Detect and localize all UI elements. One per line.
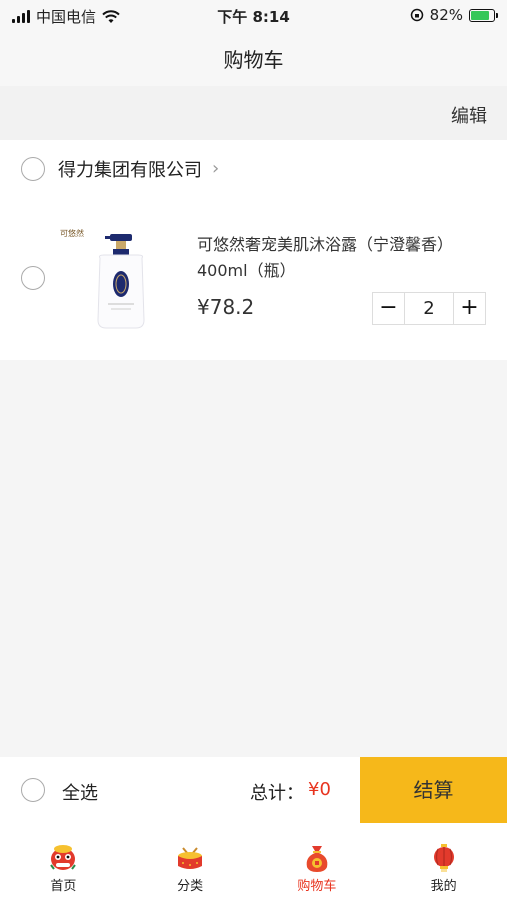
- select-all-label[interactable]: 全选: [62, 779, 98, 805]
- tab-profile[interactable]: 我的: [380, 823, 507, 900]
- cart-store-card: 得力集团有限公司 › 可悠然 可悠然奢宠美肌沐浴露（宁澄馨香）400ml（瓶） …: [0, 140, 507, 360]
- select-all-radio[interactable]: [21, 778, 45, 802]
- battery-percent: 82%: [429, 6, 463, 24]
- battery-level: [471, 10, 490, 20]
- store-select-radio[interactable]: [21, 157, 45, 181]
- total-value: ¥0: [308, 779, 331, 800]
- brand-logo-text: 可悠然: [60, 228, 84, 238]
- page-title: 购物车: [223, 48, 284, 72]
- navigation-bar: 购物车: [0, 30, 507, 86]
- edit-row: 编辑: [0, 86, 507, 140]
- tab-label: 分类: [177, 879, 204, 894]
- drum-icon: [178, 847, 203, 869]
- tab-label: 购物车: [297, 879, 337, 894]
- tab-label: 首页: [50, 879, 77, 894]
- status-right: 82%: [410, 6, 498, 24]
- product-name[interactable]: 可悠然奢宠美肌沐浴露（宁澄馨香）400ml（瓶）: [197, 232, 487, 284]
- increase-quantity-button[interactable]: +: [454, 293, 485, 324]
- checkout-button[interactable]: 结算: [360, 757, 507, 823]
- total-label: 总计：: [250, 783, 304, 804]
- lantern-icon: [433, 844, 454, 872]
- quantity-input[interactable]: 2: [404, 293, 454, 324]
- quantity-stepper: − 2 +: [372, 292, 486, 325]
- battery-icon: [469, 8, 498, 22]
- chevron-right-icon[interactable]: ›: [212, 158, 219, 179]
- product-price: ¥78.2: [197, 295, 255, 319]
- store-row[interactable]: 得力集团有限公司 ›: [0, 154, 507, 184]
- tab-category[interactable]: 分类: [127, 823, 254, 900]
- tab-label: 我的: [430, 879, 457, 894]
- item-select-radio[interactable]: [21, 266, 45, 290]
- tab-home[interactable]: 首页: [0, 823, 127, 900]
- status-bar: 中国电信 下午 8:14 82%: [0, 0, 507, 30]
- bottle-image: 可悠然: [60, 228, 145, 329]
- lucky-bag-icon: [306, 846, 328, 872]
- product-image[interactable]: 可悠然: [60, 224, 152, 332]
- store-name[interactable]: 得力集团有限公司: [58, 156, 202, 182]
- lion-dance-icon: [50, 845, 77, 870]
- decrease-quantity-button[interactable]: −: [373, 293, 404, 324]
- tab-bar: 首页 分类 购物车 我的: [0, 823, 507, 900]
- checkout-bar: 全选 总计： ¥0 结算: [0, 757, 507, 823]
- edit-button[interactable]: 编辑: [451, 102, 487, 128]
- tab-cart[interactable]: 购物车: [254, 823, 381, 900]
- orientation-lock-icon: [410, 8, 423, 22]
